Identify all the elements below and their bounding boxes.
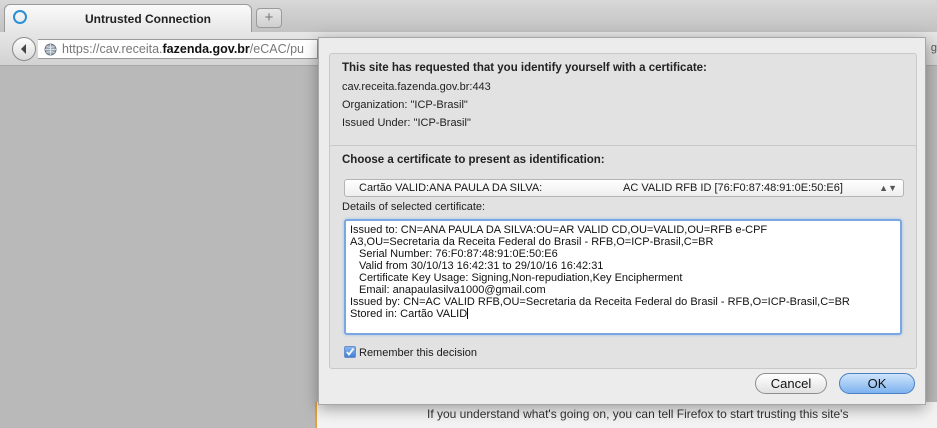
details-line-with-caret: Stored in: Cartão VALID bbox=[350, 308, 900, 320]
url-bar[interactable]: https://cav.receita.fazenda.gov.br/eCAC/… bbox=[38, 39, 318, 59]
choose-certificate-box: Choose a certificate to present as ident… bbox=[329, 145, 917, 369]
back-arrow-icon bbox=[21, 44, 26, 54]
url-suffix: /eCAC/pu bbox=[249, 42, 304, 56]
certificate-select-name: Cartão VALID:ANA PAULA DA SILVA: bbox=[359, 182, 543, 194]
url-text: https://cav.receita.fazenda.gov.br/eCAC/… bbox=[62, 40, 304, 58]
error-page-panel: If you understand what's going on, you c… bbox=[315, 402, 937, 428]
request-organization: Organization: "ICP-Brasil" bbox=[342, 99, 468, 111]
back-button[interactable] bbox=[12, 37, 36, 61]
details-label: Details of selected certificate: bbox=[342, 201, 486, 213]
tab-strip: Untrusted Connection + bbox=[0, 0, 937, 32]
details-line: Email: anapaulasilva1000@gmail.com bbox=[359, 284, 546, 296]
url-domain: fazenda.gov.br bbox=[162, 42, 250, 56]
certificate-select-issuer: AC VALID RFB ID [76:F0:87:48:91:0E:50:E6… bbox=[623, 182, 843, 194]
select-arrows-icon: ▲▼ bbox=[879, 183, 897, 193]
error-page-text: If you understand what's going on, you c… bbox=[427, 407, 849, 421]
details-line: A3,OU=Secretaria da Receita Federal do B… bbox=[350, 236, 714, 248]
certificate-dialog: This site has requested that you identif… bbox=[318, 37, 926, 405]
remember-label: Remember this decision bbox=[359, 347, 477, 359]
details-line: Valid from 30/10/13 16:42:31 to 29/10/16… bbox=[359, 260, 604, 272]
request-issued-under: Issued Under: "ICP-Brasil" bbox=[342, 117, 471, 129]
details-line: Issued to: CN=ANA PAULA DA SILVA:OU=AR V… bbox=[350, 224, 768, 236]
ok-button[interactable]: OK bbox=[839, 373, 915, 394]
cancel-button[interactable]: Cancel bbox=[755, 373, 827, 394]
request-info-box: This site has requested that you identif… bbox=[329, 53, 917, 157]
details-line: Stored in: Cartão VALID bbox=[350, 308, 468, 320]
clipped-toolbar-text: g bbox=[930, 42, 937, 54]
globe-icon bbox=[44, 43, 57, 56]
checkbox-checked-icon bbox=[344, 346, 356, 358]
request-heading: This site has requested that you identif… bbox=[342, 62, 707, 74]
choose-heading: Choose a certificate to present as ident… bbox=[342, 154, 605, 166]
details-line: Certificate Key Usage: Signing,Non-repud… bbox=[359, 272, 683, 284]
details-line: Issued by: CN=AC VALID RFB,OU=Secretaria… bbox=[350, 296, 850, 308]
new-tab-button[interactable]: + bbox=[256, 8, 282, 28]
tab-untrusted-connection[interactable]: Untrusted Connection bbox=[4, 4, 252, 32]
url-prefix: https://cav.receita. bbox=[62, 42, 163, 56]
details-line: Serial Number: 76:F0:87:48:91:0E:50:E6 bbox=[359, 248, 558, 260]
certificate-details-textarea[interactable]: Issued to: CN=ANA PAULA DA SILVA:OU=AR V… bbox=[344, 219, 902, 335]
request-host: cav.receita.fazenda.gov.br:443 bbox=[342, 81, 491, 93]
loading-icon bbox=[13, 10, 27, 24]
certificate-select[interactable]: Cartão VALID:ANA PAULA DA SILVA: AC VALI… bbox=[344, 179, 904, 197]
tab-title: Untrusted Connection bbox=[85, 12, 211, 26]
text-caret bbox=[467, 308, 469, 319]
remember-decision-checkbox[interactable]: Remember this decision bbox=[344, 346, 477, 359]
